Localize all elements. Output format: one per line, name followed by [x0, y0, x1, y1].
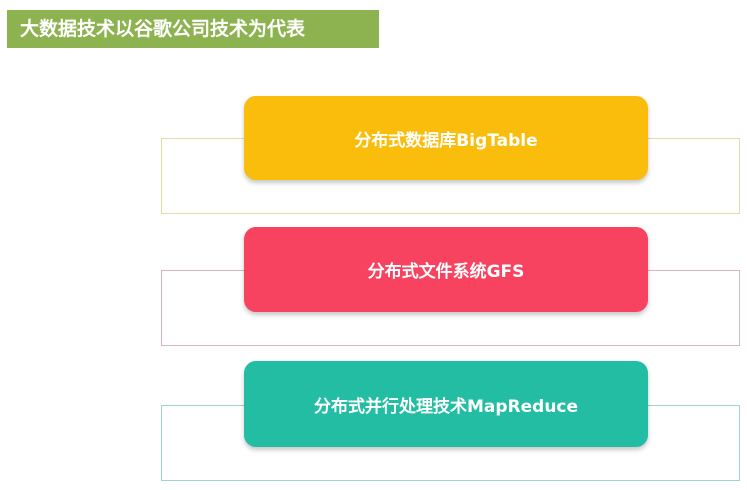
row-bar-mapreduce: 分布式并行处理技术MapReduce	[244, 361, 648, 447]
row-bar-gfs: 分布式文件系统GFS	[244, 227, 648, 312]
title-banner: 大数据技术以谷歌公司技术为代表	[7, 10, 379, 48]
row-bar-bigtable: 分布式数据库BigTable	[244, 96, 648, 180]
